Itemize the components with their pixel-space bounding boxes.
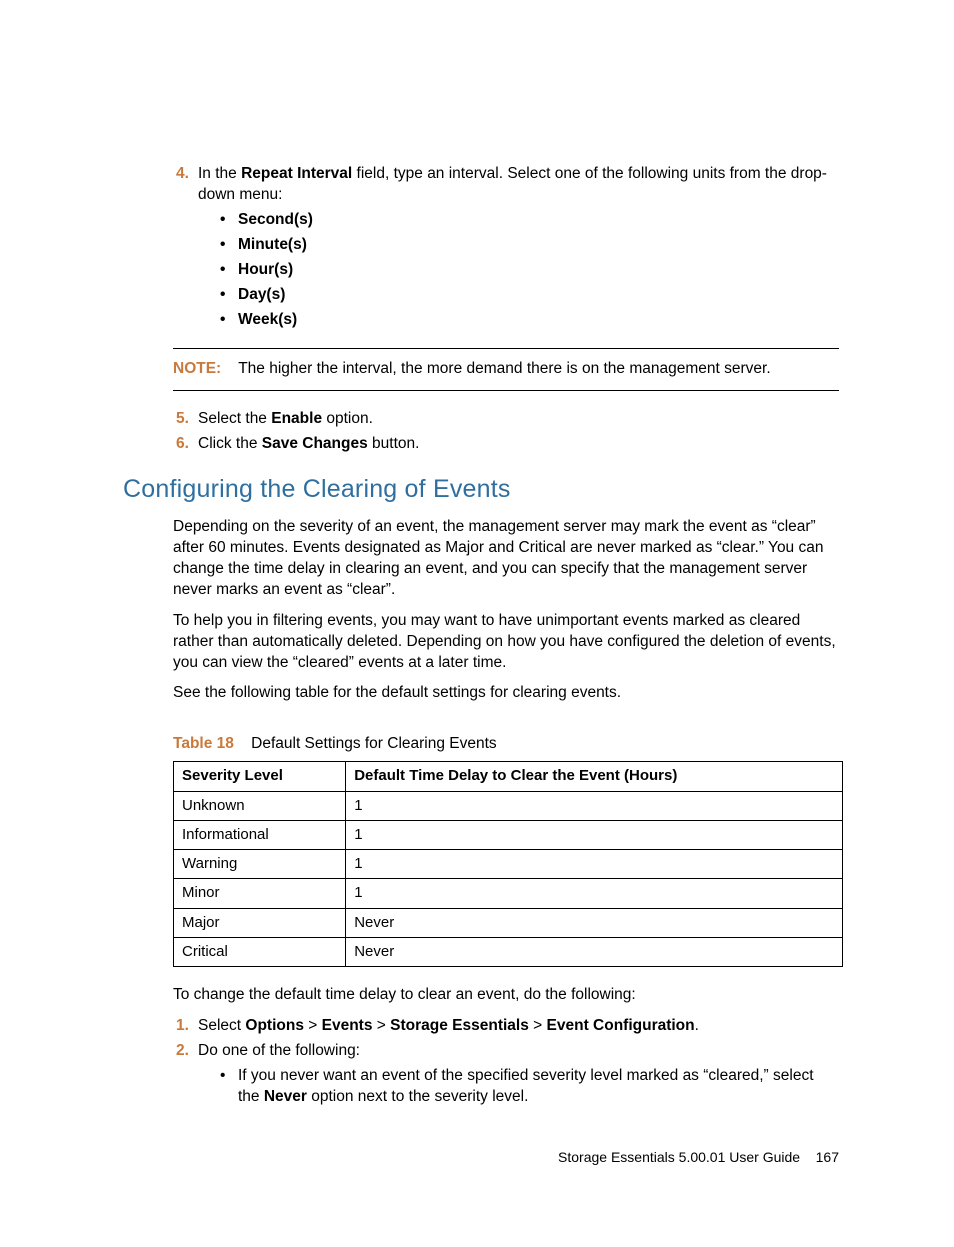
table-cell: Warning <box>174 850 346 879</box>
step-4-text: In the Repeat Interval field, type an in… <box>198 165 827 203</box>
bullet-icon: • <box>220 260 225 281</box>
interval-option: •Second(s) <box>238 210 839 231</box>
paragraph: To change the default time delay to clea… <box>173 985 839 1006</box>
step-number: 5. <box>176 409 189 430</box>
page-footer: Storage Essentials 5.00.01 User Guide 16… <box>123 1148 839 1167</box>
table-caption: Table 18 Default Settings for Clearing E… <box>173 734 839 755</box>
note-label: NOTE: <box>173 360 221 377</box>
table-row: Minor1 <box>174 879 843 908</box>
substep: • If you never want an event of the spec… <box>238 1066 839 1108</box>
interval-option: •Minute(s) <box>238 235 839 256</box>
table-row: Unknown1 <box>174 791 843 820</box>
note-callout: NOTE: The higher the interval, the more … <box>173 348 839 391</box>
col-header: Default Time Delay to Clear the Event (H… <box>346 762 843 791</box>
table-cell: Never <box>346 908 843 937</box>
step-6: 6. Click the Save Changes button. <box>198 434 839 455</box>
table-cell: Critical <box>174 937 346 966</box>
table-header-row: Severity Level Default Time Delay to Cle… <box>174 762 843 791</box>
table-cell: Minor <box>174 879 346 908</box>
table-cell: 1 <box>346 879 843 908</box>
settings-table: Severity Level Default Time Delay to Cle… <box>173 761 843 967</box>
table-cell: Unknown <box>174 791 346 820</box>
interval-option: •Hour(s) <box>238 260 839 281</box>
page-number: 167 <box>816 1149 839 1165</box>
table-label: Table 18 <box>173 735 234 752</box>
step-1: 1. Select Options > Events > Storage Ess… <box>198 1016 839 1037</box>
bullet-icon: • <box>220 285 225 306</box>
step-number: 1. <box>176 1016 189 1037</box>
paragraph: Depending on the severity of an event, t… <box>173 517 839 601</box>
paragraph: To help you in filtering events, you may… <box>173 611 839 674</box>
bullet-icon: • <box>220 1066 225 1087</box>
table-title: Default Settings for Clearing Events <box>251 735 497 752</box>
step-2: 2. Do one of the following: <box>198 1041 839 1062</box>
paragraph: See the following table for the default … <box>173 683 839 704</box>
table-row: CriticalNever <box>174 937 843 966</box>
page-content: 4. In the Repeat Interval field, type an… <box>0 0 954 1247</box>
step-number: 6. <box>176 434 189 455</box>
table-row: Informational1 <box>174 820 843 849</box>
bullet-icon: • <box>220 310 225 331</box>
interval-option: •Week(s) <box>238 310 839 331</box>
table-cell: Major <box>174 908 346 937</box>
bullet-icon: • <box>220 235 225 256</box>
step-5: 5. Select the Enable option. <box>198 409 839 430</box>
interval-option: •Day(s) <box>238 285 839 306</box>
table-row: MajorNever <box>174 908 843 937</box>
section-heading: Configuring the Clearing of Events <box>123 473 839 507</box>
step-4: 4. In the Repeat Interval field, type an… <box>198 164 839 206</box>
table-cell: Never <box>346 937 843 966</box>
note-text: The higher the interval, the more demand… <box>238 360 770 377</box>
col-header: Severity Level <box>174 762 346 791</box>
footer-title: Storage Essentials 5.00.01 User Guide <box>558 1149 800 1165</box>
table-cell: Informational <box>174 820 346 849</box>
step-number: 4. <box>176 164 189 185</box>
table-cell: 1 <box>346 850 843 879</box>
step-number: 2. <box>176 1041 189 1062</box>
bullet-icon: • <box>220 210 225 231</box>
table-cell: 1 <box>346 820 843 849</box>
table-row: Warning1 <box>174 850 843 879</box>
table-cell: 1 <box>346 791 843 820</box>
